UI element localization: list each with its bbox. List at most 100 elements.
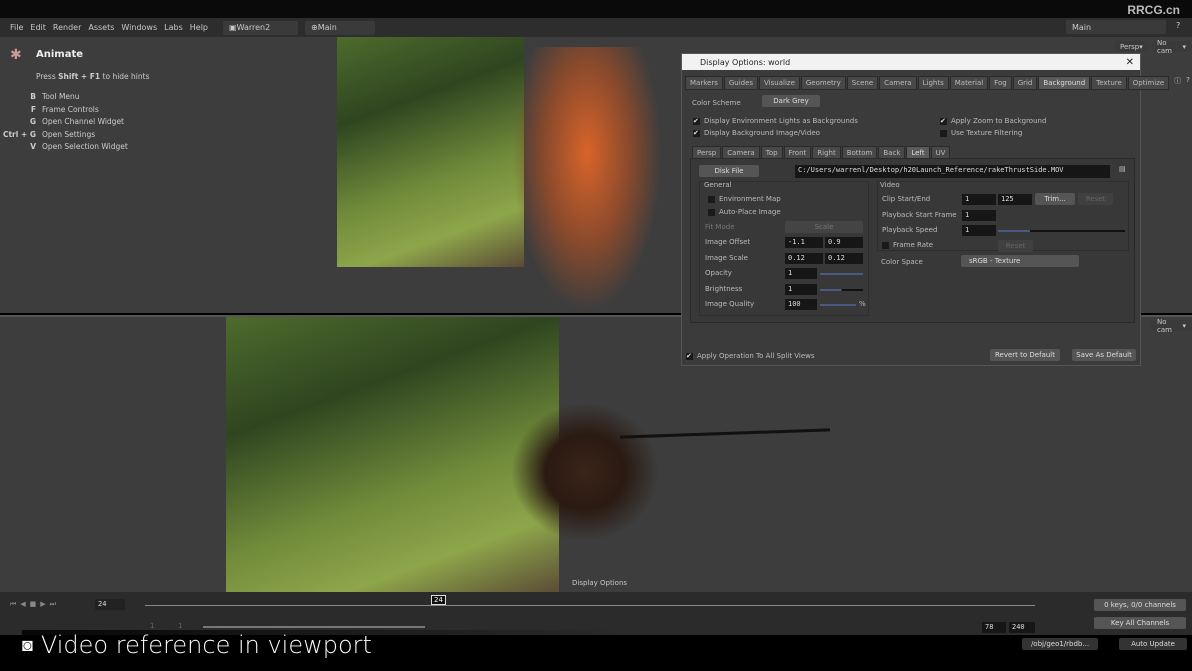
check-apply-zoom[interactable]: ✔ Apply Zoom to Background [940,117,1046,125]
end-frame-field[interactable]: 78 [982,622,1006,633]
tab-optimize[interactable]: Optimize [1127,76,1170,90]
hints-subtitle: Press Shift + F1 to hide hints [36,72,150,81]
key-all-channels-select[interactable]: Key All Channels [1094,617,1186,629]
path-select[interactable]: /obj/geo1/rbdb... [1022,638,1098,650]
video-title: Video [880,181,900,189]
desktop-label: Warren2 [236,23,271,32]
playback-speed-field[interactable]: 1 [962,225,996,236]
color-space-select[interactable]: sRGB - Texture [961,255,1079,267]
fit-mode-select[interactable]: Scale [785,221,863,233]
animate-icon: ✱ [10,47,22,63]
general-title: General [704,181,732,189]
desktop-select[interactable]: ▣ Warren2 [223,20,298,35]
tab-camera[interactable]: Camera [879,76,917,90]
reset-framerate-button[interactable]: Reset [998,240,1033,252]
hint-item: G Open Channel Widget [29,117,125,126]
persp-menu[interactable]: Persp ▾ [1114,41,1149,52]
tab-grid[interactable]: Grid [1012,76,1038,90]
clip-end-field[interactable]: 125 [998,194,1032,205]
tab-lights[interactable]: Lights [917,76,949,90]
check-env-lights[interactable]: ✔ Display Environment Lights as Backgroun… [693,117,858,125]
view-panel: Disk File C:/Users/warrenl/Desktop/h20La… [690,158,1135,323]
menu-render[interactable]: Render [53,23,81,32]
menu-help[interactable]: Help [190,23,208,32]
help-icon[interactable]: ? [1176,21,1180,30]
check-texture-filtering[interactable]: Use Texture Filtering [940,129,1022,137]
camera-menu[interactable]: No cam ▾ [1151,39,1192,55]
menu-file[interactable]: File [10,23,23,32]
offset-y-field[interactable]: 0.9 [825,237,863,248]
opacity-field[interactable]: 1 [785,268,817,279]
reset-clip-button[interactable]: Reset [1078,193,1113,205]
opacity-slider[interactable] [820,273,863,275]
source-select[interactable]: Disk File [699,165,759,177]
hint-item: Ctrl + G Open Settings [2,129,96,139]
global-end-field[interactable]: 240 [1009,622,1035,633]
check-bg-image[interactable]: ✔ Display Background Image/Video [693,129,820,137]
brightness-field[interactable]: 1 [785,284,817,295]
quality-label: Image Quality [705,300,755,308]
playback-controls[interactable]: ⏮◀■▶⏭ [10,600,60,609]
general-group: General Environment Map Auto-Place Image… [699,181,869,316]
tab-geometry[interactable]: Geometry [800,76,846,90]
tab-background[interactable]: Background [1038,76,1091,90]
brightness-slider[interactable] [820,289,863,291]
scale-x-field[interactable]: 0.12 [785,253,823,264]
trim-button[interactable]: Trim... [1035,193,1075,205]
tab-texture[interactable]: Texture [1091,76,1127,90]
percent-label: % [859,300,866,308]
color-scheme-select[interactable]: Dark Grey [762,95,820,107]
file-browse-icon[interactable]: ▤ [1119,165,1126,173]
revert-to-default-button[interactable]: Revert to Default [990,349,1060,361]
quality-slider[interactable] [820,304,856,306]
playback-start-field[interactable]: 1 [962,210,996,221]
check-frame-rate[interactable]: Frame Rate [882,241,933,249]
scale-y-field[interactable]: 0.12 [825,253,863,264]
keys-channels-button[interactable]: 0 keys, 0/0 channels [1094,599,1186,611]
brightness-label: Brightness [705,285,743,293]
clip-start-field[interactable]: 1 [962,194,996,205]
hint-item: B Tool Menu [30,92,80,101]
video-group: Video Clip Start/End 1 125 Trim... Reset… [877,181,1129,252]
camera-menu-bottom[interactable]: No cam ▾ [1151,318,1192,334]
offset-label: Image Offset [705,238,751,246]
playback-speed-slider[interactable] [998,230,1125,232]
check-auto-place[interactable]: Auto-Place Image [708,208,781,216]
check-apply-all-views[interactable]: ✔ Apply Operation To All Split Views [686,352,815,360]
close-icon[interactable]: ✕ [1126,57,1134,68]
menu-labs[interactable]: Labs [164,23,183,32]
menu-windows[interactable]: Windows [121,23,157,32]
current-frame-marker[interactable]: 24 [431,595,446,605]
right-context-select[interactable]: Main [1066,20,1166,34]
context-select[interactable]: ⊕ Main [305,20,375,35]
check-environment-map[interactable]: Environment Map [708,195,781,203]
info-icon[interactable]: ⓘ [1174,76,1181,90]
save-as-default-button[interactable]: Save As Default [1072,349,1136,361]
clip-label: Clip Start/End [882,195,931,203]
tab-visualize[interactable]: Visualize [759,76,800,90]
houdini-logo-icon: ◙ [22,634,33,656]
caption: ◙ Video reference in viewport [22,630,622,660]
display-options-dialog: Display Options: world ✕ Markers Guides V… [681,53,1190,366]
path-field[interactable]: C:/Users/warrenl/Desktop/h20Launch_Refer… [795,165,1110,178]
menu-edit[interactable]: Edit [30,23,46,32]
range-slider[interactable] [203,626,425,628]
tab-scene[interactable]: Scene [846,76,879,90]
dialog-tabs: Markers Guides Visualize Geometry Scene … [685,76,1190,90]
timeline-ruler[interactable] [145,605,1035,606]
menu-bar: File Edit Render Assets Windows Labs Hel… [0,18,1192,37]
tab-markers[interactable]: Markers [685,76,723,90]
playback-start-label: Playback Start Frame [882,211,957,219]
help-icon[interactable]: ? [1186,76,1190,90]
dialog-title: Display Options: world [700,57,791,67]
quality-field[interactable]: 100 [785,299,817,310]
menu-assets[interactable]: Assets [88,23,114,32]
tab-fog[interactable]: Fog [989,76,1012,90]
frame-field[interactable]: 24 [95,599,125,610]
top-bar: RRCG.cn [0,0,1192,18]
color-scheme-label: Color Scheme [692,99,741,107]
tab-material[interactable]: Material [949,76,989,90]
offset-x-field[interactable]: -1.1 [785,237,823,248]
auto-update-select[interactable]: Auto Update [1119,638,1187,650]
tab-guides[interactable]: Guides [723,76,759,90]
